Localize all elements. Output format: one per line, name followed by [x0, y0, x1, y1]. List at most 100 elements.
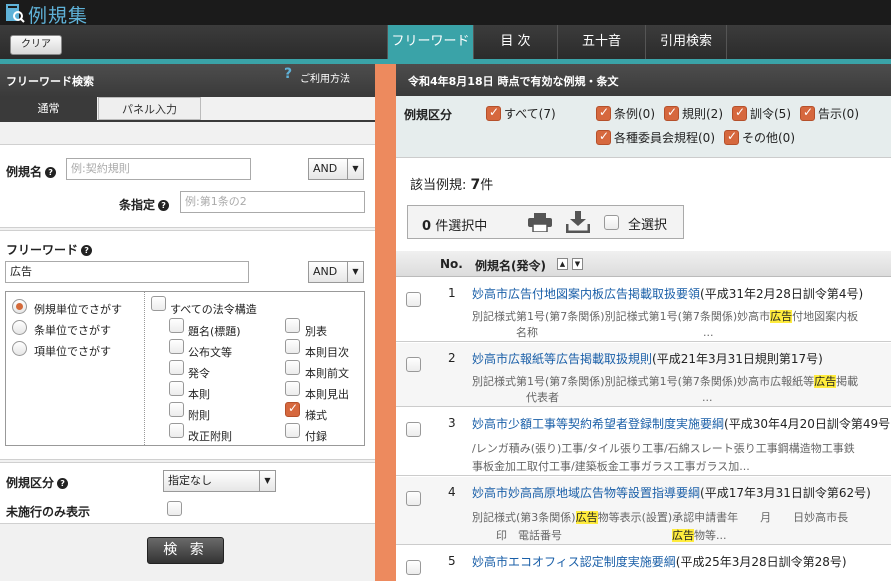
checkbox-category-all[interactable]	[486, 105, 501, 121]
help-icon[interactable]: ?	[57, 478, 69, 489]
checkbox-preamble[interactable]	[285, 360, 300, 375]
checkbox-category-regulation[interactable]	[664, 105, 679, 121]
help-icon[interactable]: ?	[81, 245, 93, 256]
search-options-box: 例規単位でさがす 条単位でさがす 項単位でさがす すべての法令構造 題名(標題)…	[5, 291, 365, 446]
result-link[interactable]: 妙高市広告付地図案内板広告掲載取扱要領	[472, 287, 700, 301]
category-select[interactable]: 指定なし ▼	[163, 470, 276, 492]
help-icon[interactable]: ?	[45, 167, 57, 178]
row-number: 5	[448, 554, 456, 568]
checkbox-category-notice[interactable]	[800, 105, 815, 121]
freeword-input[interactable]: 広告	[5, 261, 249, 283]
checkbox-promulgation[interactable]	[169, 339, 184, 354]
search-panel: フリーワード検索 ? ご利用方法 通常 パネル入力 例規名? 例:契約規則 AN…	[0, 64, 375, 581]
sort-desc-icon[interactable]: ▼	[572, 258, 583, 270]
checkbox-amendment-supplementary[interactable]	[169, 423, 184, 438]
book-search-icon	[6, 4, 25, 23]
table-row: 4 妙高市妙高高原地域広告物等設置指導要綱(平成17年3月31日訓令第62号) …	[396, 477, 891, 545]
table-row: 3 妙高市少額工事等契約希望者登録制度実施要綱(平成30年4月20日訓令第49号…	[396, 408, 891, 476]
filter-section: 例規区分? 指定なし ▼ 未施行のみ表示	[0, 462, 375, 524]
checkbox-appendix-table[interactable]	[285, 318, 300, 333]
help-icon[interactable]: ?	[284, 66, 292, 82]
search-button[interactable]: 検 索	[147, 537, 224, 564]
subtab-normal[interactable]: 通常	[0, 97, 97, 120]
unenforced-label: 未施行のみ表示	[6, 505, 91, 519]
checkbox-category-ordinance[interactable]	[596, 105, 611, 121]
reiki-name-operator-select[interactable]: AND ▼	[308, 158, 364, 180]
category-filter-box: 例規区分 すべて(7) 条例(0) 規則(2) 訓令(5) 告示(0) 各種委員…	[396, 96, 891, 158]
row-checkbox[interactable]	[406, 491, 421, 506]
row-title: 妙高市広告付地図案内板広告掲載取扱要領(平成31年2月28日訓令第4号)	[472, 287, 864, 301]
main-heading-label: 本則見出	[305, 388, 349, 401]
column-no: No.	[440, 257, 463, 271]
checkbox-form[interactable]	[285, 401, 300, 417]
row-checkbox[interactable]	[406, 422, 421, 437]
checkbox-unenforced-only[interactable]	[167, 501, 182, 516]
subtab-divider	[0, 120, 375, 122]
checkbox-title[interactable]	[169, 318, 184, 333]
checkbox-category-other[interactable]	[724, 129, 739, 145]
row-checkbox[interactable]	[406, 292, 421, 307]
subtab-panel-input[interactable]: パネル入力	[98, 97, 201, 120]
panel-splitter[interactable]	[375, 64, 396, 581]
row-checkbox[interactable]	[406, 357, 421, 372]
result-link[interactable]: 妙高市広報紙等広告掲載取扱規則	[472, 352, 652, 366]
amendment-supplementary-label: 改正附則	[188, 430, 232, 443]
tab-citation-search[interactable]: 引用検索	[645, 25, 727, 59]
checkbox-attachment[interactable]	[285, 423, 300, 438]
row-snippet: 代表者 ...	[526, 391, 713, 404]
category-regulation[interactable]: 規則(2)	[664, 105, 723, 122]
help-icon[interactable]: ?	[158, 200, 170, 211]
hit-count: 該当例規: 7件	[410, 177, 494, 193]
preamble-label: 本則前文	[305, 367, 349, 380]
checkbox-supplementary[interactable]	[169, 402, 184, 417]
tab-gojuon[interactable]: 五十音	[557, 25, 645, 59]
reiki-name-label: 例規名?	[6, 163, 57, 180]
row-snippet: 別記様式第1号(第7条関係)別記様式第1号(第7条関係)妙高市広報紙等広告掲載	[472, 375, 859, 388]
article-label: 条指定?	[119, 196, 170, 213]
printer-icon[interactable]	[528, 213, 552, 232]
row-snippet: 別記様式(第3条関係)広告物等表示(設置)承認申請書年 月 日妙高市長	[472, 511, 849, 524]
radio-article-unit[interactable]	[12, 320, 27, 335]
row-number: 4	[448, 485, 456, 499]
chevron-down-icon: ▼	[259, 471, 275, 491]
row-checkbox[interactable]	[406, 560, 421, 575]
tab-contents[interactable]: 目 次	[473, 25, 557, 59]
row-snippet: /レンガ積み(張り)工事/タイル張り工事/石綿スレート張り工事鋼構造物工事鉄	[472, 442, 855, 455]
results-header: 令和4年8月18日 時点で有効な例規・条文	[396, 64, 891, 96]
row-snippet: 名称 ...	[516, 326, 714, 339]
chevron-down-icon: ▼	[347, 262, 363, 282]
row-snippet: 事板金加工取付工事/建築板金工事ガラス工事ガラス加...	[472, 460, 750, 473]
checkbox-main-heading[interactable]	[285, 381, 300, 396]
sort-asc-icon[interactable]: ▲	[557, 258, 568, 270]
row-title: 妙高市妙高高原地域広告物等設置指導要綱(平成17年3月31日訓令第62号)	[472, 486, 871, 500]
category-all[interactable]: すべて(7)	[486, 105, 556, 122]
category-instruction[interactable]: 訓令(5)	[732, 105, 791, 122]
category-other[interactable]: その他(0)	[724, 129, 795, 146]
radio-paragraph-unit[interactable]	[12, 341, 27, 356]
reiki-name-input[interactable]: 例:契約規則	[66, 158, 251, 180]
result-link[interactable]: 妙高市妙高高原地域広告物等設置指導要綱	[472, 486, 700, 500]
checkbox-select-all[interactable]	[604, 215, 619, 230]
download-icon[interactable]	[566, 211, 590, 233]
tab-freeword[interactable]: フリーワード	[387, 25, 473, 59]
clear-button[interactable]: クリア	[10, 35, 62, 55]
category-ordinance[interactable]: 条例(0)	[596, 105, 655, 122]
category-filter-label: 例規区分	[404, 108, 453, 122]
category-committee[interactable]: 各種委員会規程(0)	[596, 129, 715, 146]
select-all-label: 全選択	[628, 218, 668, 233]
article-input[interactable]: 例:第1条の2	[180, 191, 365, 213]
checkbox-category-committee[interactable]	[596, 129, 611, 145]
checkbox-main-body[interactable]	[169, 381, 184, 396]
result-link[interactable]: 妙高市エコオフィス認定制度実施要綱	[472, 555, 676, 569]
checkbox-all-structure[interactable]	[151, 296, 166, 311]
checkbox-main-toc[interactable]	[285, 339, 300, 354]
help-link[interactable]: ご利用方法	[300, 70, 350, 85]
checkbox-category-instruction[interactable]	[732, 105, 747, 121]
row-title: 妙高市少額工事等契約希望者登録制度実施要綱(平成30年4月20日訓令第49号)	[472, 417, 891, 431]
result-link[interactable]: 妙高市少額工事等契約希望者登録制度実施要綱	[472, 417, 724, 431]
category-notice[interactable]: 告示(0)	[800, 105, 859, 122]
results-table-header: No. 例規名(発令) ▲ ▼	[396, 251, 891, 277]
radio-reiki-unit[interactable]	[12, 299, 27, 314]
freeword-operator-select[interactable]: AND ▼	[308, 261, 364, 283]
checkbox-issuance[interactable]	[169, 360, 184, 375]
